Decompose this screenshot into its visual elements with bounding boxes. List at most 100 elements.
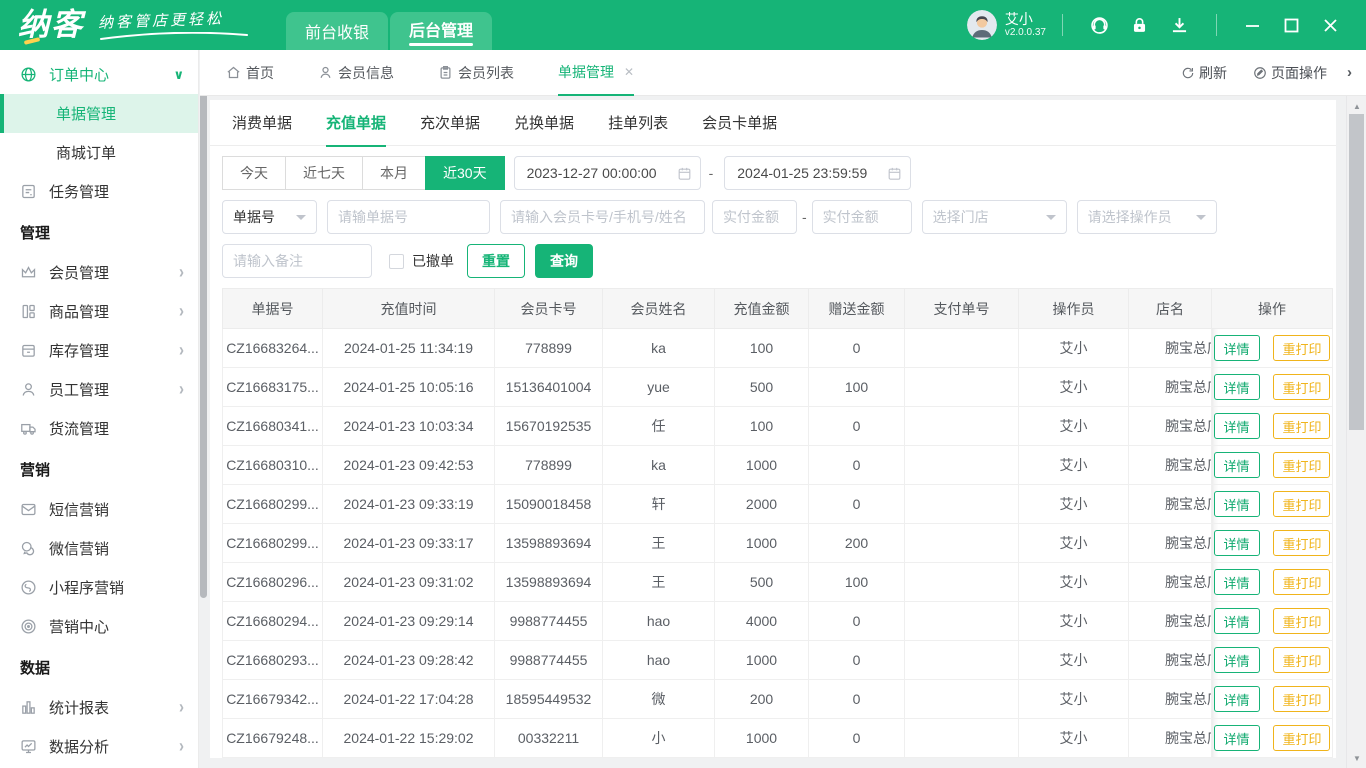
scroll-down-icon[interactable]: ▼: [1347, 750, 1366, 766]
reprint-button[interactable]: 重打印: [1273, 725, 1330, 751]
cell-operator: 艾小: [1019, 524, 1129, 563]
date-from-picker[interactable]: 2023-12-27 00:00:00: [514, 156, 701, 190]
sidebar-item-marketing-center[interactable]: 营销中心: [0, 607, 198, 646]
reprint-button[interactable]: 重打印: [1273, 686, 1330, 712]
detail-button[interactable]: 详情: [1214, 608, 1260, 634]
reprint-button[interactable]: 重打印: [1273, 491, 1330, 517]
sidebar: 订单中心 ∨ 单据管理 商城订单 任务管理 管理 会员管理 › 商品管理 › 库…: [0, 50, 199, 768]
quick-range-7days[interactable]: 近七天: [285, 156, 363, 190]
cell-gift-amount: 100: [809, 368, 905, 407]
detail-button[interactable]: 详情: [1214, 335, 1260, 361]
tab-bill-management[interactable]: 单据管理 ✕: [558, 50, 634, 96]
detail-button[interactable]: 详情: [1214, 413, 1260, 439]
operator-select[interactable]: 请选择操作员: [1077, 200, 1217, 234]
customer-service-icon[interactable]: [1089, 15, 1110, 36]
window-close-button[interactable]: [1323, 18, 1338, 33]
sidebar-item-mall-orders[interactable]: 商城订单: [0, 133, 198, 172]
sidebar-item-stock-management[interactable]: 库存管理 ›: [0, 331, 198, 370]
reprint-button[interactable]: 重打印: [1273, 530, 1330, 556]
cell-store-name: 腕宝总店: [1129, 680, 1212, 719]
quick-range-today[interactable]: 今天: [222, 156, 286, 190]
reprint-button[interactable]: 重打印: [1273, 647, 1330, 673]
detail-button[interactable]: 详情: [1214, 569, 1260, 595]
sidebar-item-miniprogram-marketing[interactable]: 小程序营销: [0, 568, 198, 607]
tab-exchange-bills[interactable]: 兑换单据: [514, 100, 574, 146]
cell-recharge-amount: 100: [715, 407, 809, 446]
tab-pending-orders[interactable]: 挂单列表: [608, 100, 668, 146]
sidebar-item-member-management[interactable]: 会员管理 ›: [0, 253, 198, 292]
sidebar-item-sms-marketing[interactable]: 短信营销: [0, 490, 198, 529]
collapse-chevron-icon[interactable]: ›: [1347, 64, 1352, 81]
sidebar-item-logistics-management[interactable]: 货流管理: [0, 409, 198, 448]
reprint-button[interactable]: 重打印: [1273, 569, 1330, 595]
detail-button[interactable]: 详情: [1214, 491, 1260, 517]
sidebar-item-wechat-marketing[interactable]: 微信营销: [0, 529, 198, 568]
quick-range-30days[interactable]: 近30天: [425, 156, 505, 190]
amount-max-input[interactable]: [812, 200, 912, 234]
nav-tab-back-office[interactable]: 后台管理: [390, 12, 492, 50]
sidebar-item-task-management[interactable]: 任务管理: [0, 172, 198, 211]
avatar[interactable]: [967, 10, 997, 40]
reprint-button[interactable]: 重打印: [1273, 413, 1330, 439]
amount-min-input[interactable]: [712, 200, 797, 234]
download-icon[interactable]: [1169, 15, 1190, 36]
refresh-button[interactable]: 刷新: [1181, 63, 1227, 83]
member-search-input[interactable]: [500, 200, 705, 234]
detail-button[interactable]: 详情: [1214, 647, 1260, 673]
sidebar-item-staff-management[interactable]: 员工管理 ›: [0, 370, 198, 409]
page-operations-button[interactable]: 页面操作: [1253, 63, 1327, 83]
cell-operator: 艾小: [1019, 485, 1129, 524]
cell-card-no: 778899: [495, 446, 603, 485]
sidebar-item-order-center[interactable]: 订单中心 ∨: [0, 55, 198, 94]
cell-operator: 艾小: [1019, 329, 1129, 368]
window-minimize-button[interactable]: [1245, 18, 1260, 33]
tab-home[interactable]: 首页: [226, 50, 274, 96]
reset-button[interactable]: 重置: [467, 244, 525, 278]
detail-button[interactable]: 详情: [1214, 725, 1260, 751]
quick-range-month[interactable]: 本月: [362, 156, 426, 190]
detail-button[interactable]: 详情: [1214, 530, 1260, 556]
store-select[interactable]: 选择门店: [922, 200, 1067, 234]
scroll-up-icon[interactable]: ▲: [1347, 98, 1366, 114]
reprint-button[interactable]: 重打印: [1273, 608, 1330, 634]
page-scrollbar[interactable]: ▲ ▼: [1346, 96, 1366, 768]
cell-member-name: yue: [603, 368, 715, 407]
nav-tab-front-cashier[interactable]: 前台收银: [286, 12, 388, 50]
window-maximize-button[interactable]: [1284, 18, 1299, 33]
cell-card-no: 15090018458: [495, 485, 603, 524]
reprint-button[interactable]: 重打印: [1273, 335, 1330, 361]
slogan-text: 纳客管店更轻松: [98, 6, 259, 33]
sidebar-scrollbar-thumb[interactable]: [200, 50, 207, 598]
sidebar-item-bill-management[interactable]: 单据管理: [0, 94, 198, 133]
tab-consume-bills[interactable]: 消费单据: [232, 100, 292, 146]
bill-no-input[interactable]: [327, 200, 490, 234]
search-button[interactable]: 查询: [535, 244, 593, 278]
detail-button[interactable]: 详情: [1214, 686, 1260, 712]
reprint-button[interactable]: 重打印: [1273, 452, 1330, 478]
sidebar-item-label: 订单中心: [49, 64, 173, 85]
date-to-picker[interactable]: 2024-01-25 23:59:59: [724, 156, 911, 190]
detail-button[interactable]: 详情: [1214, 452, 1260, 478]
sidebar-item-label: 库存管理: [49, 340, 179, 361]
cell-gift-amount: 0: [809, 485, 905, 524]
reprint-button[interactable]: 重打印: [1273, 374, 1330, 400]
tab-member-list[interactable]: 会员列表: [438, 50, 514, 96]
cell-store-name: 腕宝总店: [1129, 329, 1212, 368]
tab-member-card-bills[interactable]: 会员卡单据: [702, 100, 777, 146]
header-gift-amount: 赠送金额: [809, 289, 905, 329]
detail-button[interactable]: 详情: [1214, 374, 1260, 400]
tab-label: 充次单据: [420, 112, 480, 133]
sidebar-item-stats-report[interactable]: 统计报表 ›: [0, 688, 198, 727]
tab-recharge-times-bills[interactable]: 充次单据: [420, 100, 480, 146]
sidebar-item-data-analysis[interactable]: 数据分析 ›: [0, 727, 198, 766]
tab-recharge-bills[interactable]: 充值单据: [326, 100, 386, 146]
remark-input[interactable]: [222, 244, 372, 278]
scrollbar-thumb[interactable]: [1349, 114, 1364, 430]
revoked-checkbox[interactable]: [389, 254, 404, 269]
bill-type-select[interactable]: 单据号: [222, 200, 317, 234]
sidebar-item-goods-management[interactable]: 商品管理 ›: [0, 292, 198, 331]
lock-icon[interactable]: [1130, 16, 1149, 35]
close-tab-icon[interactable]: ✕: [624, 65, 634, 79]
tab-member-info[interactable]: 会员信息: [318, 50, 394, 96]
cell-store-name: 腕宝总店: [1129, 446, 1212, 485]
